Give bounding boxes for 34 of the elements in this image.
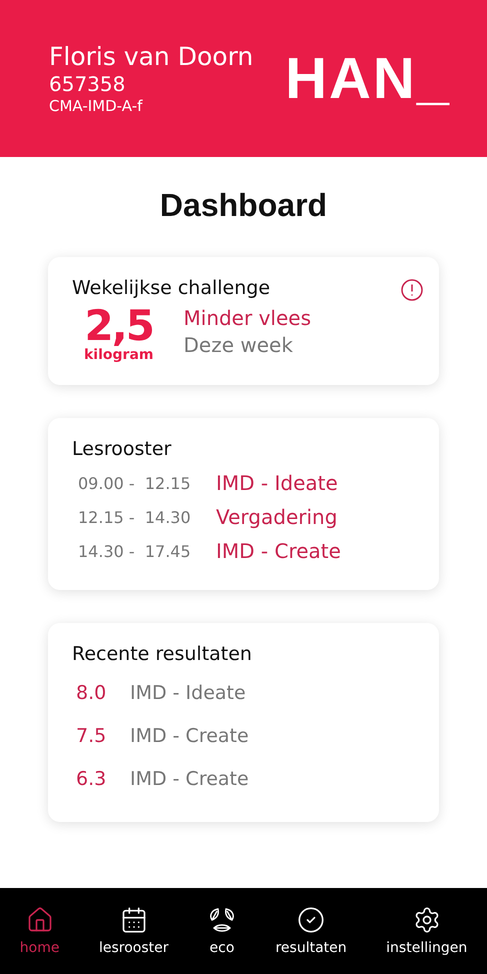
- nav-tab[interactable]: resultaten: [273, 906, 349, 956]
- nav-tab[interactable]: instellingen: [384, 906, 470, 956]
- challenge-amount: 2,5: [84, 305, 153, 347]
- check-circle-icon: [297, 906, 326, 934]
- lesson-time: 12.15 - 14.30: [78, 508, 192, 526]
- page-title: Dashboard: [160, 187, 328, 224]
- logo: HAN_: [285, 45, 451, 112]
- student-number: 657358: [49, 72, 126, 96]
- lesson-time: 14.30 - 17.45: [78, 542, 192, 560]
- class-code: CMA-IMD-A-f: [49, 96, 144, 116]
- grade: 6.3: [76, 768, 106, 790]
- nav-tab[interactable]: lesrooster: [96, 906, 170, 956]
- grade: 8.0: [76, 682, 106, 704]
- info-icon[interactable]: [401, 279, 423, 301]
- lesson-time: 09.00 - 12.15: [78, 474, 192, 492]
- lesson-subject: IMD - Ideate: [216, 471, 338, 495]
- challenge-unit: kilogram: [84, 347, 154, 363]
- nav-tab[interactable]: home: [18, 906, 62, 956]
- lesson-subject: IMD - Create: [216, 539, 341, 563]
- lesson-subject: Vergadering: [216, 505, 338, 529]
- grade: 7.5: [76, 724, 106, 746]
- calendar-icon: [120, 906, 148, 934]
- nav-tab[interactable]: eco: [206, 906, 238, 956]
- challenge-goal: Minder vlees: [184, 305, 311, 332]
- course-name: IMD - Create: [130, 768, 249, 790]
- home-icon: [26, 906, 54, 934]
- course-name: IMD - Create: [130, 724, 249, 746]
- card-title: Recente resultaten: [72, 643, 252, 665]
- challenge-period: Deze week: [184, 332, 294, 359]
- leaves-icon: [208, 906, 236, 934]
- student-name: Floris van Doorn: [49, 42, 254, 72]
- card-title: Lesrooster: [72, 438, 172, 460]
- course-name: IMD - Ideate: [130, 682, 246, 704]
- card-title: Wekelijkse challenge: [72, 277, 270, 299]
